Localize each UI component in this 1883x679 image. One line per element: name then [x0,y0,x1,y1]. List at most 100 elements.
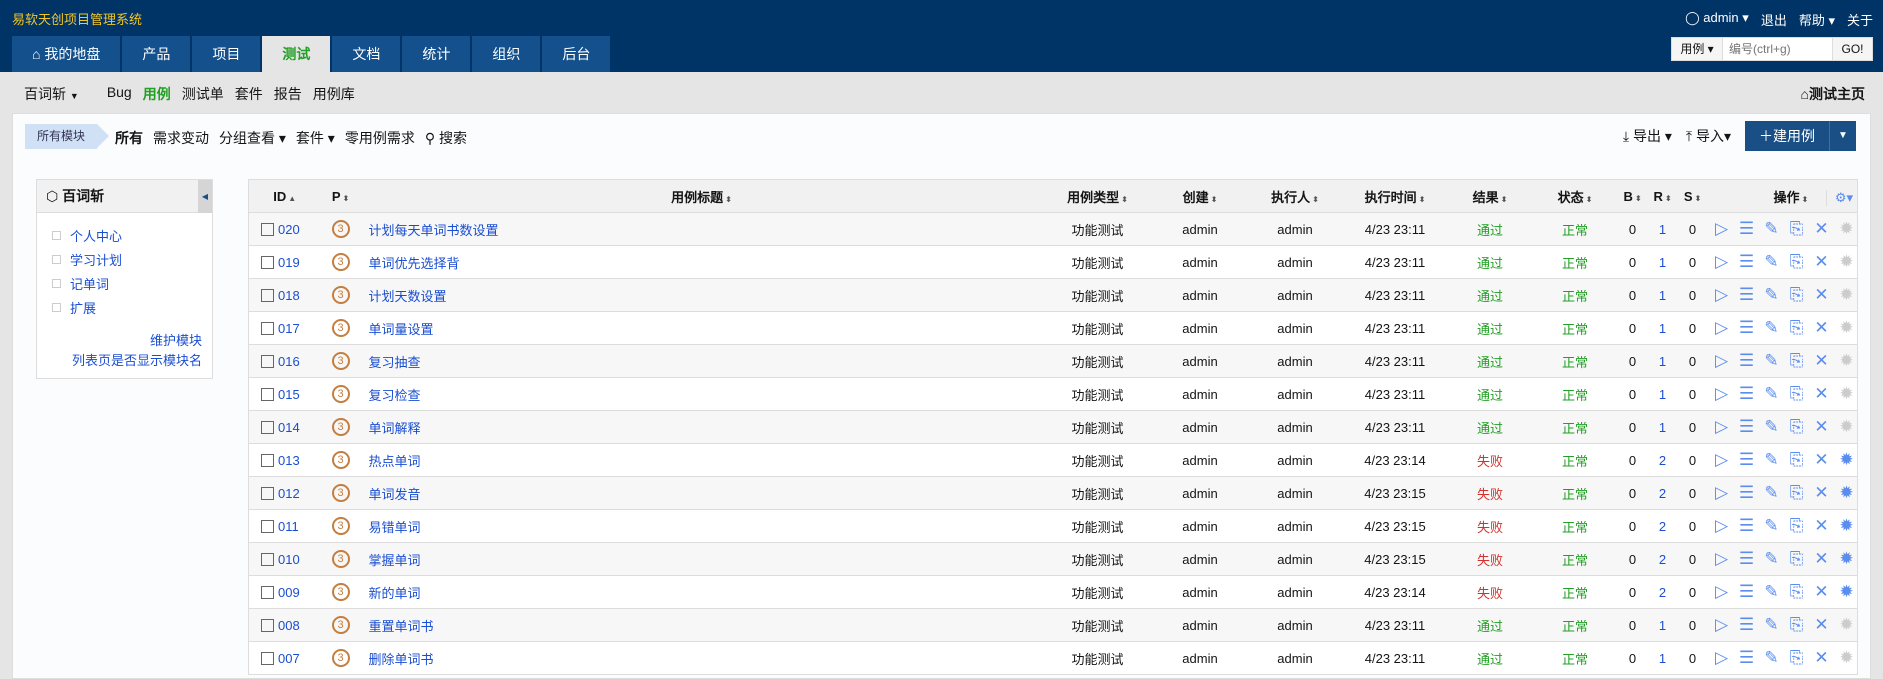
col-priority[interactable]: P ⬍ [320,179,361,213]
results-icon[interactable]: ☰ [1737,516,1757,536]
case-id-link[interactable]: 011 [278,519,299,534]
row-checkbox[interactable] [261,552,274,566]
delete-icon[interactable]: ✕ [1812,285,1832,305]
case-title-link[interactable]: 单词发音 [369,487,421,502]
col-id[interactable]: ID ▲ [248,179,321,213]
results-icon[interactable]: ☰ [1737,219,1757,239]
copy-icon[interactable]: ⎘ [1787,648,1807,668]
edit-icon[interactable]: ✎ [1762,450,1782,470]
nav-tab-1[interactable]: 产品 [122,36,191,72]
col-status[interactable]: 状态 ⬍ [1532,179,1618,213]
copy-icon[interactable]: ⎘ [1787,285,1807,305]
nav-tab-6[interactable]: 组织 [472,36,541,72]
run-icon[interactable]: ▷ [1712,417,1732,437]
delete-icon[interactable]: ✕ [1812,252,1832,272]
copy-icon[interactable]: ⎘ [1787,549,1807,569]
result-count[interactable]: 2 [1647,476,1678,510]
case-title-link[interactable]: 复习检查 [369,388,421,403]
edit-icon[interactable]: ✎ [1762,516,1782,536]
case-id-link[interactable]: 013 [278,453,300,468]
edit-icon[interactable]: ✎ [1762,219,1782,239]
filter-changed[interactable]: 需求变动 [153,128,209,148]
row-checkbox[interactable] [261,651,274,665]
delete-icon[interactable]: ✕ [1812,450,1832,470]
col-type[interactable]: 用例类型 ⬍ [1042,179,1153,213]
col-exec-time[interactable]: 执行时间 ⬍ [1342,179,1448,213]
copy-icon[interactable]: ⎘ [1787,384,1807,404]
edit-icon[interactable]: ✎ [1762,384,1782,404]
nav-tab-3[interactable]: 测试 [262,36,331,72]
column-settings-icon[interactable]: ⚙▾ [1825,189,1853,206]
edit-icon[interactable]: ✎ [1762,648,1782,668]
bug-icon[interactable]: ✹ [1837,582,1857,602]
export-button[interactable]: ⤓ 导出 ▾ [1623,126,1672,146]
run-icon[interactable]: ▷ [1712,450,1732,470]
module-item[interactable]: 个人中心 [52,225,212,249]
result-count[interactable]: 2 [1647,542,1678,576]
subnav-item-1[interactable]: 用例 [143,84,171,104]
case-title-link[interactable]: 掌握单词 [369,553,421,568]
filter-zero-case[interactable]: 零用例需求 [345,128,415,148]
subnav-item-4[interactable]: 报告 [274,84,302,104]
delete-icon[interactable]: ✕ [1812,318,1832,338]
run-icon[interactable]: ▷ [1712,351,1732,371]
copy-icon[interactable]: ⎘ [1787,252,1807,272]
bug-icon[interactable]: ✹ [1837,516,1857,536]
copy-icon[interactable]: ⎘ [1787,351,1807,371]
run-icon[interactable]: ▷ [1712,285,1732,305]
case-title-link[interactable]: 计划天数设置 [369,289,447,304]
bug-icon[interactable]: ✹ [1837,549,1857,569]
case-title-link[interactable]: 单词优先选择背 [369,256,460,271]
copy-icon[interactable]: ⎘ [1787,582,1807,602]
col-bugs[interactable]: B ⬍ [1617,179,1648,213]
subnav-item-3[interactable]: 套件 [235,84,263,104]
case-id-link[interactable]: 019 [278,255,300,270]
about-link[interactable]: 关于 [1847,10,1873,29]
new-case-dropdown[interactable]: ▼ [1830,121,1856,151]
test-home-link[interactable]: ⌂测试主页 [1801,84,1865,104]
run-icon[interactable]: ▷ [1712,252,1732,272]
results-icon[interactable]: ☰ [1737,252,1757,272]
module-breadcrumb[interactable]: 所有模块 [25,124,110,149]
subnav-item-5[interactable]: 用例库 [313,84,355,104]
copy-icon[interactable]: ⎘ [1787,615,1807,635]
case-id-link[interactable]: 012 [278,486,300,501]
filter-all[interactable]: 所有 [115,128,143,148]
delete-icon[interactable]: ✕ [1812,582,1832,602]
copy-icon[interactable]: ⎘ [1787,483,1807,503]
search-id-input[interactable] [1722,38,1832,60]
run-icon[interactable]: ▷ [1712,483,1732,503]
edit-icon[interactable]: ✎ [1762,417,1782,437]
logout-link[interactable]: 退出 [1761,10,1787,29]
edit-icon[interactable]: ✎ [1762,285,1782,305]
results-icon[interactable]: ☰ [1737,648,1757,668]
search-button[interactable]: ⚲ 搜索 [425,128,467,148]
case-title-link[interactable]: 易错单词 [369,520,421,535]
row-checkbox[interactable] [261,321,274,335]
copy-icon[interactable]: ⎘ [1787,417,1807,437]
row-checkbox[interactable] [261,519,274,533]
filter-group[interactable]: 分组查看 ▾ [219,128,286,148]
case-title-link[interactable]: 新的单词 [369,586,421,601]
manage-modules-link[interactable]: 维护模块 [37,331,212,351]
search-type-select[interactable]: 用例 ▾ [1672,38,1722,60]
show-module-name-link[interactable]: 列表页是否显示模块名 [37,351,212,371]
results-icon[interactable]: ☰ [1737,483,1757,503]
result-count[interactable]: 1 [1647,377,1678,411]
run-icon[interactable]: ▷ [1712,318,1732,338]
product-switcher[interactable]: 百词斩 ▼ [24,84,79,104]
result-count[interactable]: 1 [1647,212,1678,246]
result-count[interactable]: 1 [1647,278,1678,312]
bug-icon[interactable]: ✹ [1837,450,1857,470]
case-title-link[interactable]: 热点单词 [369,454,421,469]
edit-icon[interactable]: ✎ [1762,549,1782,569]
edit-icon[interactable]: ✎ [1762,252,1782,272]
edit-icon[interactable]: ✎ [1762,615,1782,635]
results-icon[interactable]: ☰ [1737,417,1757,437]
results-icon[interactable]: ☰ [1737,549,1757,569]
row-checkbox[interactable] [261,486,274,500]
go-button[interactable]: GO! [1832,38,1872,60]
case-id-link[interactable]: 017 [278,321,300,336]
delete-icon[interactable]: ✕ [1812,615,1832,635]
case-title-link[interactable]: 重置单词书 [369,619,434,634]
